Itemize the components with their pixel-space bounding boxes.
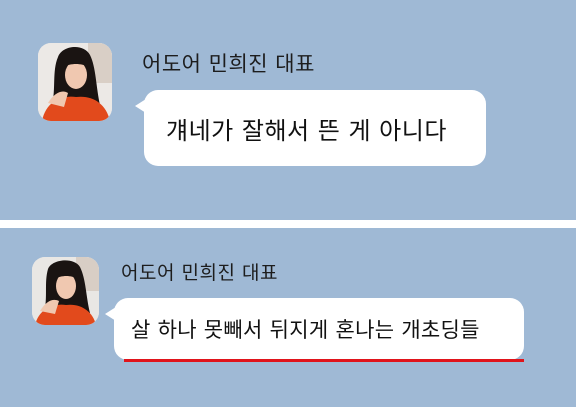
bubble-tail bbox=[105, 307, 116, 321]
red-underline bbox=[124, 359, 524, 362]
chat-panel-2: 어도어 민희진 대표 살 하나 못빼서 뒤지게 혼나는 개초딩들 bbox=[0, 228, 576, 407]
avatar[interactable] bbox=[38, 43, 112, 121]
profile-photo-icon bbox=[38, 43, 112, 121]
message-text: 살 하나 못빼서 뒤지게 혼나는 개초딩들 bbox=[131, 318, 480, 342]
message-bubble[interactable]: 걔네가 잘해서 뜬 게 아니다 bbox=[135, 90, 486, 166]
avatar[interactable] bbox=[32, 257, 99, 325]
sender-name: 어도어 민희진 대표 bbox=[142, 52, 315, 76]
sender-name: 어도어 민희진 대표 bbox=[121, 262, 278, 284]
chat-panel-1: 어도어 민희진 대표 걔네가 잘해서 뜬 게 아니다 bbox=[0, 0, 576, 220]
profile-photo-icon bbox=[32, 257, 99, 325]
bubble-tail bbox=[135, 99, 146, 113]
message-bubble[interactable]: 살 하나 못빼서 뒤지게 혼나는 개초딩들 bbox=[105, 298, 524, 360]
message-text: 걔네가 잘해서 뜬 게 아니다 bbox=[166, 117, 447, 145]
